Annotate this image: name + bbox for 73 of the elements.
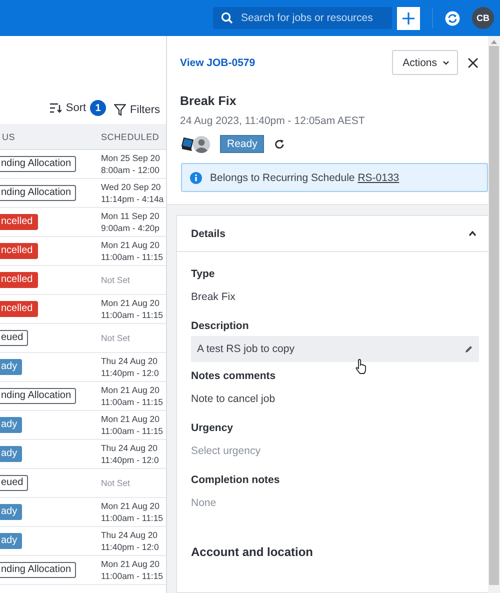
add-button[interactable] [397, 6, 420, 30]
caret-up-icon[interactable] [469, 231, 476, 236]
search-icon [221, 12, 233, 24]
view-job-link[interactable]: View JOB-0579 [180, 56, 392, 68]
field-value: Break Fix [191, 290, 236, 305]
filter-icon [114, 104, 126, 116]
info-icon [190, 172, 202, 184]
status-badge: ady [0, 504, 22, 520]
schedule-link[interactable]: RS-0133 [358, 172, 400, 184]
description-field[interactable]: A test RS job to copy [191, 336, 479, 362]
scheduled-cell-text: Mon 21 Aug 20 11:00am - 11:15 [101, 500, 164, 524]
status-badge: nding Allocation [0, 185, 76, 201]
filters-button[interactable]: Filters [114, 104, 160, 116]
section-title[interactable]: Details [191, 228, 226, 240]
field-label: Urgency [191, 421, 234, 436]
sort-icon [50, 103, 62, 113]
status-badge: ady [0, 533, 22, 549]
field-label: Description [191, 319, 250, 334]
close-button[interactable] [468, 58, 478, 68]
person-avatar [193, 136, 210, 152]
scheduled-cell-text: Mon 11 Sep 20 9:00am - 4:20p [101, 210, 160, 234]
sort-count: 1 [90, 100, 106, 116]
user-avatar[interactable]: CB [472, 7, 494, 29]
banner-text: Belongs to Recurring Schedule RS-0133 [210, 172, 400, 184]
status-badge: nding Allocation [0, 388, 76, 404]
hand-cursor-icon [355, 359, 367, 374]
field-label: Notes comments [191, 369, 277, 384]
scheduled-cell-text: Thu 24 Aug 20 11:40pm - 12:0 [101, 355, 160, 379]
chevron-down-icon [443, 60, 449, 64]
sort-button[interactable]: Sort 1 [50, 100, 106, 116]
scheduled-cell-text: Mon 21 Aug 20 11:00am - 11:15 [101, 413, 164, 437]
actions-button[interactable]: Actions [392, 50, 458, 75]
field-label: Completion notes [191, 473, 281, 488]
filters-label[interactable]: Filters [130, 104, 160, 116]
column-header: SCHEDULED [101, 132, 160, 142]
status-badge: ncelled [0, 272, 38, 288]
status-badge: ady [0, 446, 22, 462]
sync-icon[interactable] [445, 10, 460, 26]
scheduled-cell-text: Thu 24 Aug 20 11:40pm - 12:0 [101, 529, 160, 553]
status-badge: ady [0, 359, 22, 375]
scheduled-cell-text: Wed 20 Sep 20 11:14pm - 4:14a [101, 181, 165, 205]
scheduled-cell-text: Mon 25 Sep 20 8:00am - 12:00 [101, 152, 161, 176]
status-badge: ncelled [0, 243, 38, 259]
status-badge: ady [0, 417, 22, 433]
job-title: Break Fix [180, 94, 238, 108]
scheduled-cell-text: Mon 21 Aug 20 11:00am - 11:15 [101, 297, 164, 321]
status-badge: nding Allocation [0, 156, 76, 172]
scheduled-cell-text: Not Set [101, 274, 131, 286]
scheduled-cell-text: Not Set [101, 477, 131, 489]
job-time: 24 Aug 2023, 11:40pm - 12:05am AEST [180, 115, 366, 127]
pencil-icon[interactable] [465, 345, 473, 353]
sort-label[interactable]: Sort [66, 102, 86, 114]
scheduled-cell-text: Thu 24 Aug 20 11:40pm - 12:0 [101, 442, 160, 466]
scheduled-cell-text: Mon 21 Aug 20 11:00am - 11:15 [101, 384, 164, 408]
search-field[interactable]: Search for jobs or resources [213, 7, 392, 29]
laptop-icon [181, 136, 195, 152]
status-badge: ncelled [0, 301, 38, 317]
column-header: US [1, 132, 16, 142]
field-value: Note to cancel job [191, 392, 276, 407]
plus-icon [402, 12, 415, 24]
status-badge: eued [0, 475, 28, 491]
status-badge: Ready [220, 135, 264, 153]
status-badge: ncelled [0, 214, 38, 230]
scheduled-cell-text: Mon 21 Aug 20 11:00am - 11:15 [101, 239, 164, 263]
field-label: Type [191, 267, 216, 282]
scrollbar[interactable] [488, 36, 500, 593]
scheduled-cell-text: Not Set [101, 332, 131, 344]
status-badge: nding Allocation [0, 562, 76, 578]
close-icon [468, 58, 478, 68]
refresh-icon[interactable] [274, 138, 286, 150]
status-badge: eued [0, 330, 28, 346]
scheduled-cell-text: Mon 21 Aug 20 11:00am - 11:15 [101, 558, 164, 582]
section-heading: Account and location [191, 545, 314, 559]
